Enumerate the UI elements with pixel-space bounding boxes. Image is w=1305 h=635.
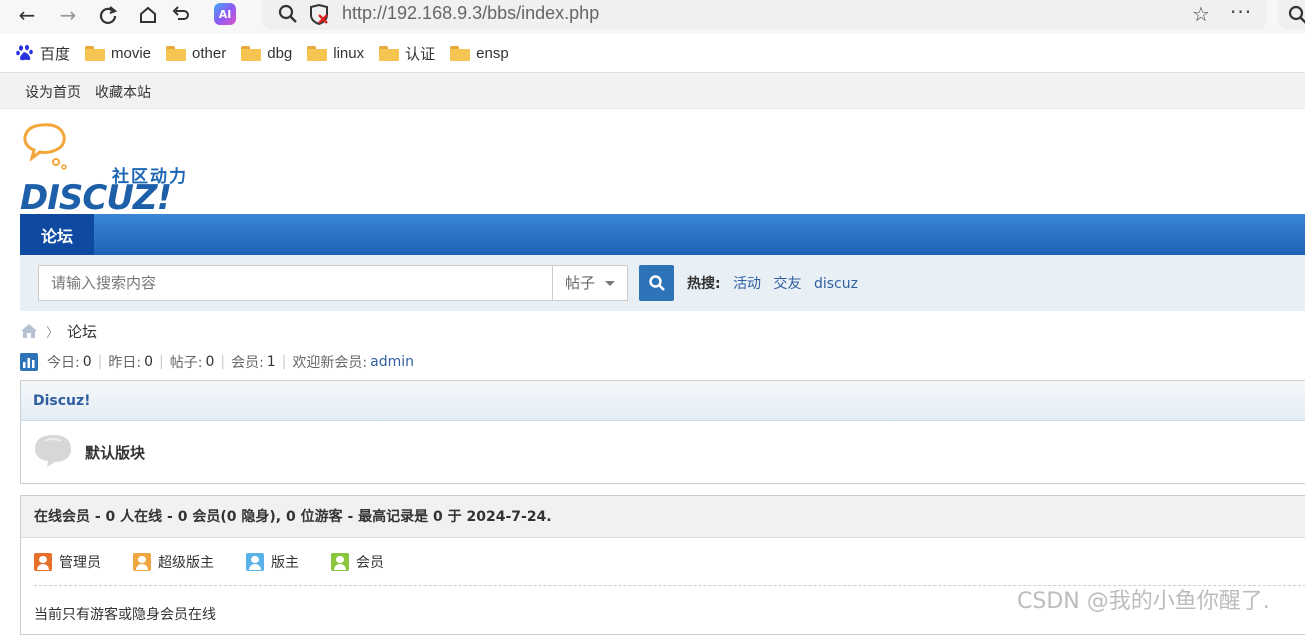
legend-moderator: 版主 (246, 552, 299, 572)
bookmark-other[interactable]: other (166, 45, 226, 62)
back-icon[interactable]: ← (13, 2, 41, 28)
logo-wordmark: DISCUZ! (20, 178, 171, 218)
today-label: 今日: (47, 352, 80, 372)
yesterday-count: 0 (144, 354, 153, 370)
home-icon[interactable] (134, 2, 162, 28)
forum-board-icon[interactable] (33, 433, 73, 469)
bookmark-label: linux (333, 45, 364, 62)
more-menu-icon[interactable]: ··· (1230, 0, 1252, 24)
forum-stats: 今日:0 | 昨日:0 | 帖子:0 | 会员:1 | 欢迎新会员:admin (20, 352, 414, 372)
hot-term-discuz[interactable]: discuz (814, 276, 858, 292)
nav-tab-forum[interactable]: 论坛 (20, 214, 94, 255)
sidebar-search-button[interactable] (1278, 0, 1305, 30)
search-bar: 帖子 热搜: 活动 交友 discuz (20, 255, 1305, 311)
members-count: 1 (267, 354, 276, 370)
bookmark-dbg[interactable]: dbg (241, 45, 292, 62)
bookmarks-bar: 百度 movie other dbg linux 认证 ensp (0, 36, 1305, 70)
bookmark-label: 百度 (40, 43, 70, 64)
hot-search: 热搜: 活动 交友 discuz (687, 273, 858, 293)
search-icon (648, 274, 666, 292)
search-input[interactable] (38, 265, 554, 301)
divider: | (159, 354, 164, 370)
breadcrumb-separator-icon: 〉 (46, 322, 59, 341)
url-text[interactable]: http://192.168.9.3/bbs/index.php (342, 3, 599, 24)
bookmark-ensp[interactable]: ensp (450, 45, 509, 62)
forum-board-link[interactable]: 默认版块 (85, 442, 145, 463)
bookmark-linux[interactable]: linux (307, 45, 364, 62)
baidu-paw-icon (16, 44, 34, 62)
hot-search-label: 热搜: (687, 276, 721, 292)
yesterday-label: 昨日: (108, 352, 141, 372)
site-header: 社区动力 DISCUZ! (0, 110, 1305, 214)
ai-assistant-icon[interactable]: AI (214, 3, 236, 25)
address-bar[interactable]: http://192.168.9.3/bbs/index.php ☆ ··· (262, 0, 1267, 30)
legend-label: 版主 (271, 552, 299, 572)
legend-super-moderator: 超级版主 (133, 552, 214, 572)
set-homepage-link[interactable]: 设为首页 (25, 82, 81, 102)
bookmark-label: other (192, 45, 226, 62)
folder-icon (166, 46, 186, 61)
posts-label: 帖子: (170, 352, 203, 372)
hot-term-activity[interactable]: 活动 (733, 276, 761, 292)
browser-toolbar: ← → AI http://192.168.9.3/bbs/index.php … (0, 0, 1305, 34)
legend-admin: 管理员 (34, 552, 101, 572)
reload-icon[interactable] (94, 2, 122, 28)
folder-icon (307, 46, 327, 61)
breadcrumb: 〉 论坛 (20, 320, 97, 342)
moderator-user-icon (246, 553, 264, 571)
forward-icon[interactable]: → (54, 2, 82, 28)
legend-member: 会员 (331, 552, 384, 572)
forum-board-row: 默认版块 (21, 421, 1305, 483)
divider: | (98, 354, 103, 370)
search-icon (1288, 5, 1305, 25)
hot-term-dating[interactable]: 交友 (774, 276, 802, 292)
newest-member-link[interactable]: admin (370, 354, 414, 370)
main-nav: 论坛 (20, 214, 1305, 255)
search-type-select[interactable]: 帖子 (552, 265, 628, 301)
home-icon[interactable] (20, 323, 38, 339)
category-title[interactable]: Discuz! (21, 381, 1305, 421)
search-icon (278, 3, 298, 29)
online-header[interactable]: 在线会员 - 0 人在线 - 0 会员(0 隐身), 0 位游客 - 最高记录是… (21, 496, 1305, 538)
chevron-down-icon (605, 281, 615, 286)
members-label: 会员: (231, 352, 264, 372)
watermark: CSDN @我的小鱼你醒了. (1017, 583, 1270, 615)
member-user-icon (331, 553, 349, 571)
today-count: 0 (83, 354, 92, 370)
legend-label: 超级版主 (158, 552, 214, 572)
bar-chart-icon (20, 353, 38, 371)
undo-icon[interactable] (166, 2, 194, 28)
divider: | (220, 354, 225, 370)
super-moderator-user-icon (133, 553, 151, 571)
insecure-shield-icon[interactable] (308, 4, 330, 30)
bookmark-label: dbg (267, 45, 292, 62)
legend-label: 管理员 (59, 552, 101, 572)
site-topbar: 设为首页 收藏本站 (0, 72, 1305, 109)
bookmark-site-link[interactable]: 收藏本站 (95, 82, 151, 102)
bookmark-label: 认证 (405, 43, 435, 64)
legend-label: 会员 (356, 552, 384, 572)
search-type-value: 帖子 (565, 274, 595, 292)
bookmark-baidu[interactable]: 百度 (16, 43, 70, 64)
search-button[interactable] (639, 265, 674, 301)
bookmark-label: movie (111, 45, 151, 62)
breadcrumb-current: 论坛 (67, 321, 97, 342)
folder-icon (241, 46, 261, 61)
welcome-label: 欢迎新会员: (292, 352, 367, 372)
bookmark-movie[interactable]: movie (85, 45, 151, 62)
posts-count: 0 (205, 354, 214, 370)
bookmark-star-icon[interactable]: ☆ (1192, 2, 1210, 26)
logo-bubble-icon (20, 122, 80, 172)
forum-category: Discuz! 默认版块 (20, 380, 1305, 484)
bookmark-label: ensp (476, 45, 509, 62)
online-note: 当前只有游客或隐身会员在线 (34, 604, 216, 624)
discuz-logo[interactable]: 社区动力 DISCUZ! (18, 122, 188, 206)
admin-user-icon (34, 553, 52, 571)
folder-icon (379, 46, 399, 61)
folder-icon (450, 46, 470, 61)
bookmark-certification[interactable]: 认证 (379, 43, 435, 64)
folder-icon (85, 46, 105, 61)
member-legend: 管理员 超级版主 版主 会员 (34, 552, 416, 572)
divider: | (282, 354, 287, 370)
